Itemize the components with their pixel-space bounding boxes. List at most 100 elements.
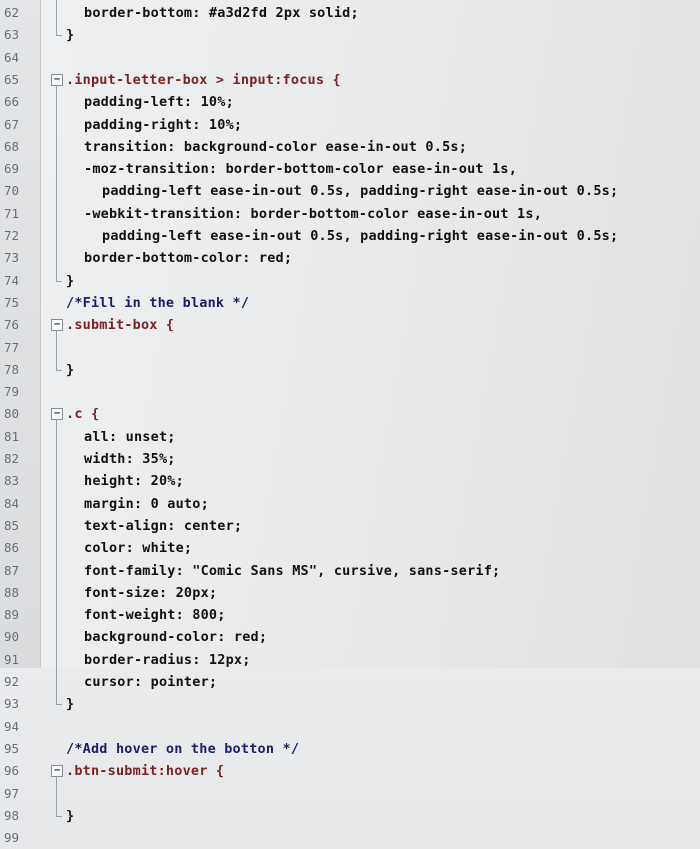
code-text: background-color: red;	[84, 629, 268, 646]
code-line[interactable]: 84 margin: 0 auto;	[0, 493, 700, 515]
fold-guide-line	[56, 331, 57, 370]
line-number: 74	[4, 272, 20, 288]
fold-guide-line	[56, 777, 57, 816]
code-text: border-bottom-color: red;	[84, 250, 293, 267]
line-number: 65	[4, 71, 20, 87]
code-editor[interactable]: 62 border-bottom: #a3d2fd 2px solid; 63} 64…	[0, 0, 700, 845]
line-number: 71	[4, 205, 20, 221]
code-line[interactable]: 86 color: white;	[0, 537, 700, 559]
code-line[interactable]: 75 /*Fill in the blank */	[0, 292, 700, 314]
line-number: 85	[4, 517, 20, 533]
code-text: transition: background-color ease-in-out…	[84, 138, 468, 155]
code-line[interactable]: 65 − .input-letter-box > input:focus {	[0, 69, 700, 91]
code-line[interactable]: 78}	[0, 359, 700, 381]
code-line[interactable]: 74}	[0, 270, 700, 292]
code-text: font-size: 20px;	[84, 584, 218, 601]
line-number: 69	[4, 161, 20, 177]
code-line[interactable]: 83 height: 20%;	[0, 470, 700, 492]
code-line[interactable]: 98}	[0, 805, 700, 827]
line-number: 98	[4, 807, 20, 823]
line-number: 81	[4, 428, 20, 444]
code-line[interactable]: 80 − .c {	[0, 403, 700, 425]
code-line[interactable]: 66 padding-left: 10%;	[0, 91, 700, 113]
line-number: 70	[4, 183, 20, 199]
code-text: }	[66, 272, 75, 289]
css-selector: .c {	[66, 406, 100, 423]
code-text: font-weight: 800;	[84, 607, 226, 624]
line-number: 77	[4, 339, 20, 355]
code-text: }	[66, 361, 75, 378]
code-line[interactable]: 87 font-family: "Comic Sans MS", cursive,…	[0, 560, 700, 582]
line-number: 67	[4, 116, 20, 132]
code-line[interactable]: 79	[0, 381, 700, 403]
code-text: height: 20%;	[84, 473, 184, 490]
code-line[interactable]: 99	[0, 827, 700, 849]
code-text: padding-left ease-in-out 0.5s, padding-r…	[102, 228, 619, 244]
code-line[interactable]: 89 font-weight: 800;	[0, 604, 700, 626]
code-text: all: unset;	[84, 428, 176, 445]
line-number: 89	[4, 607, 20, 623]
fold-end-marker	[56, 704, 62, 706]
code-line[interactable]: 93}	[0, 693, 700, 715]
code-text: width: 35%;	[84, 451, 176, 467]
line-number: 64	[4, 49, 20, 65]
line-number: 90	[4, 629, 20, 645]
code-line[interactable]: 95 /*Add hover on the botton */	[0, 738, 700, 760]
css-selector: .submit-box {	[66, 317, 175, 334]
code-line[interactable]: 68 transition: background-color ease-in-o…	[0, 136, 700, 158]
fold-end-marker	[56, 369, 62, 371]
code-line[interactable]: 67 padding-right: 10%;	[0, 114, 700, 136]
code-text: font-family: "Comic Sans MS", cursive, s…	[84, 562, 501, 579]
code-text: -webkit-transition: border-bottom-color …	[84, 205, 543, 222]
code-text: -moz-transition: border-bottom-color eas…	[84, 161, 518, 178]
code-line[interactable]: 63}	[0, 24, 700, 46]
code-line[interactable]: 90 background-color: red;	[0, 626, 700, 648]
fold-toggle-icon[interactable]: −	[51, 73, 63, 86]
code-line[interactable]: 94	[0, 716, 700, 738]
code-text: text-align: center;	[84, 517, 243, 534]
code-line[interactable]: 96 − .btn-submit:hover {	[0, 760, 700, 782]
code-text: border-bottom: #a3d2fd 2px solid;	[84, 5, 359, 21]
code-comment: /*Fill in the blank */	[66, 294, 250, 311]
code-line[interactable]: 81 all: unset;	[0, 426, 700, 448]
code-line[interactable]: 82 width: 35%;	[0, 448, 700, 470]
code-text: }	[66, 696, 75, 713]
code-line[interactable]: 77	[0, 337, 700, 359]
line-number: 82	[4, 451, 20, 466]
code-line[interactable]: 72 padding-left ease-in-out 0.5s, padding…	[0, 225, 700, 247]
line-number: 96	[4, 763, 20, 779]
fold-guide-line	[56, 420, 57, 705]
code-line[interactable]: 92 cursor: pointer;	[0, 671, 700, 693]
css-selector: .btn-submit:hover {	[66, 763, 225, 780]
code-line[interactable]: 64	[0, 47, 700, 69]
line-number: 91	[4, 651, 20, 667]
line-number: 79	[4, 384, 20, 400]
code-line[interactable]: 62 border-bottom: #a3d2fd 2px solid;	[0, 2, 700, 24]
line-number: 62	[4, 5, 20, 20]
fold-toggle-icon[interactable]: −	[51, 765, 63, 778]
fold-end-marker	[56, 815, 62, 817]
code-line[interactable]: 70 padding-left ease-in-out 0.5s, padding…	[0, 180, 700, 202]
line-number: 88	[4, 584, 20, 600]
line-number: 63	[4, 27, 20, 43]
fold-toggle-icon[interactable]: −	[51, 319, 63, 332]
code-line[interactable]: 76 − .submit-box {	[0, 314, 700, 336]
line-number: 80	[4, 406, 20, 422]
line-number: 76	[4, 317, 20, 333]
line-number: 68	[4, 138, 20, 154]
fold-guide-line	[56, 0, 57, 36]
line-number: 92	[4, 674, 20, 689]
code-line[interactable]: 69 -moz-transition: border-bottom-color e…	[0, 158, 700, 180]
code-text: }	[66, 807, 75, 824]
code-line[interactable]: 73 border-bottom-color: red;	[0, 247, 700, 269]
code-line[interactable]: 71 -webkit-transition: border-bottom-colo…	[0, 203, 700, 225]
css-selector: .input-letter-box > input:focus {	[66, 71, 341, 88]
code-line[interactable]: 91 border-radius: 12px;	[0, 649, 700, 671]
fold-toggle-icon[interactable]: −	[51, 408, 63, 421]
line-number: 84	[4, 495, 20, 511]
code-text: color: white;	[84, 540, 193, 557]
code-line[interactable]: 88 font-size: 20px;	[0, 582, 700, 604]
code-text: padding-left ease-in-out 0.5s, padding-r…	[102, 183, 619, 200]
code-line[interactable]: 97	[0, 783, 700, 805]
code-line[interactable]: 85 text-align: center;	[0, 515, 700, 537]
